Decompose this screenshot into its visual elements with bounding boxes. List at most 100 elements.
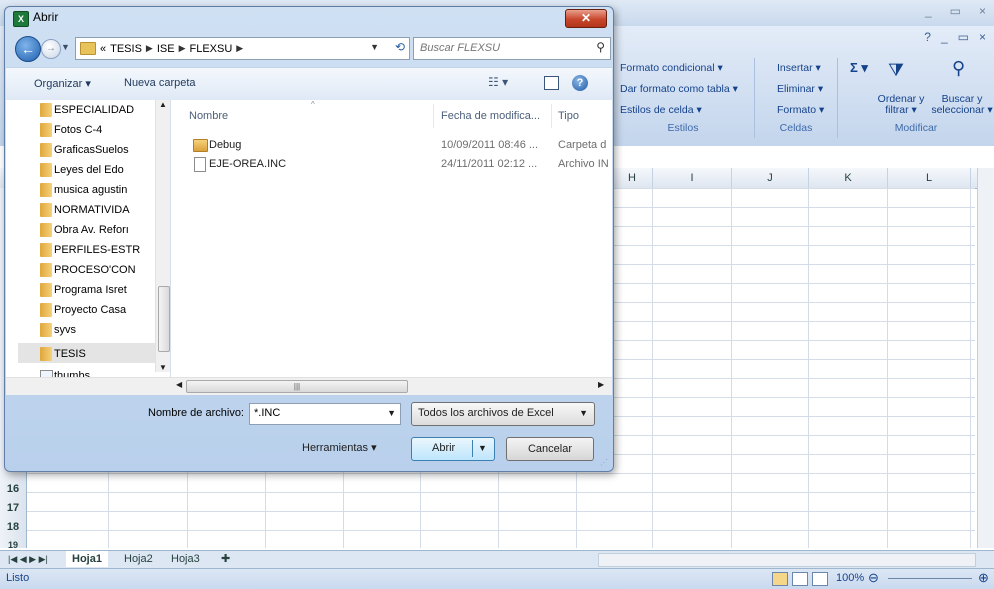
nav-folder-tesis[interactable]: TESIS [54,344,154,364]
breadcrumb-ise[interactable]: ISE [157,43,175,55]
preview-pane-icon[interactable] [544,76,559,90]
column-separator[interactable] [433,104,434,128]
sort-filter-button[interactable]: Ordenar y filtrar ▾ [872,94,930,116]
find-icon[interactable]: ⚲ [952,58,965,79]
nav-folder-proceso[interactable]: PROCESO'CON [54,260,154,280]
open-options-chevron-icon[interactable]: ▼ [478,443,487,453]
column-header[interactable]: H [612,168,653,188]
breadcrumb-overflow[interactable]: « [100,43,106,55]
forward-arrow-icon[interactable]: → [41,39,61,59]
nav-folder-proyecto[interactable]: Proyecto Casa [54,300,154,320]
conditional-format-button[interactable]: Formato condicional ▾ [620,62,723,74]
sheet-tab-hoja1[interactable]: Hoja1 [66,551,108,567]
recent-locations-chevron-icon[interactable]: ▼ [61,42,70,52]
organize-button[interactable]: Organizar ▾ [34,77,91,90]
minimize-icon[interactable]: _ [925,4,932,18]
autosum-icon[interactable]: Σ ▾ [850,60,868,76]
sheet-nav-arrows-icon[interactable]: |◀ ◀ ▶ ▶| [2,551,54,567]
sheet-vertical-scrollbar[interactable] [977,168,994,548]
filename-input[interactable] [250,404,383,422]
format-as-table-button[interactable]: Dar formato como tabla ▾ [620,83,738,95]
breadcrumb-flexsu[interactable]: FLEXSU [190,43,233,55]
filename-combobox[interactable]: ▼ [249,403,401,425]
zoom-slider[interactable] [888,578,972,579]
filetype-select[interactable]: Todos los archivos de Excel ▼ [411,402,595,426]
file-row[interactable]: EJE-OREA.INC 24/11/2011 02:12 ... Archiv… [171,155,612,173]
file-row[interactable]: Debug 10/09/2011 08:46 ... Carpeta d [171,136,612,154]
row-header[interactable]: 18 [0,521,26,533]
search-box[interactable]: ⚲ [413,37,611,60]
sort-filter-icon[interactable]: ⧩ [888,60,904,81]
help-icon[interactable]: ? [924,30,931,44]
column-header-date[interactable]: Fecha de modifica... [441,110,540,122]
scroll-up-icon[interactable]: ▲ [159,100,167,109]
page-layout-view-icon[interactable] [792,572,808,586]
nav-folder-programa[interactable]: Programa Isret [54,280,154,300]
search-input[interactable] [414,38,586,57]
column-header[interactable]: L [888,168,971,188]
find-select-button[interactable]: Buscar y seleccionar ▾ [930,94,994,116]
tools-button[interactable]: Herramientas ▾ [302,441,377,454]
format-button[interactable]: Formato ▾ [777,104,824,116]
back-arrow-icon[interactable]: ← [15,36,41,62]
zoom-level[interactable]: 100% [836,572,864,584]
page-break-view-icon[interactable] [812,572,828,586]
dialog-close-button[interactable]: ✕ [565,9,607,28]
chevron-down-icon[interactable]: ▼ [579,408,588,418]
row-header[interactable]: 17 [0,502,26,514]
refresh-icon[interactable]: ⟲ [395,40,405,54]
row-header[interactable]: 19 [0,540,26,550]
nav-folder-musica[interactable]: musica agustin [54,180,154,200]
resize-grip-icon[interactable]: ⋰ [600,458,608,467]
address-dropdown-icon[interactable]: ▼ [370,42,379,52]
breadcrumb-separator-icon[interactable]: ▶ [236,43,243,54]
scroll-left-icon[interactable]: ◀ [176,380,182,389]
sheet-tab-hoja2[interactable]: Hoja2 [118,551,159,567]
zoom-in-icon[interactable]: ⊕ [978,570,989,586]
column-header-type[interactable]: Tipo [558,110,579,122]
cell-styles-button[interactable]: Estilos de celda ▾ [620,104,702,116]
open-button[interactable]: Abrir ▼ [411,437,495,461]
restore-workbook-icon[interactable]: ▭ [958,30,969,44]
close-icon[interactable]: × [979,4,986,18]
zoom-out-icon[interactable]: ⊖ [868,570,879,586]
nav-folder-fotos[interactable]: Fotos C-4 [54,120,154,140]
breadcrumb-separator-icon[interactable]: ▶ [179,43,186,54]
nav-folder-graficassuelos[interactable]: GraficasSuelos [54,140,154,160]
nav-pane-scrollbar[interactable]: ▲ ▼ [155,100,170,372]
sheet-tab-hoja3[interactable]: Hoja3 [165,551,206,567]
column-header[interactable]: J [732,168,809,188]
nav-folder-perfiles[interactable]: PERFILES-ESTR [54,240,154,260]
close-workbook-icon[interactable]: × [979,30,986,44]
column-header-name[interactable]: Nombre [189,110,228,122]
chevron-down-icon[interactable]: ▼ [387,408,396,418]
nav-folder-syvs[interactable]: syvs [54,320,154,340]
nav-folder-especialidad[interactable]: ESPECIALIDAD [54,100,154,120]
breadcrumb-tesis[interactable]: TESIS [110,43,142,55]
maximize-icon[interactable]: ▭ [950,4,961,18]
new-folder-button[interactable]: Nueva carpeta [124,77,196,89]
address-bar[interactable]: « TESIS ▶ ISE ▶ FLEXSU ▶ ▼ ⟲ [75,37,410,60]
scroll-down-icon[interactable]: ▼ [159,363,167,372]
minimize-workbook-icon[interactable]: _ [941,30,948,44]
delete-button[interactable]: Eliminar ▾ [777,83,823,95]
new-sheet-icon[interactable]: ✚ [215,551,236,567]
scroll-thumb[interactable]: ||| [186,380,408,393]
help-icon[interactable]: ? [572,75,588,91]
scroll-right-icon[interactable]: ▶ [598,380,604,389]
column-separator[interactable] [551,104,552,128]
nav-folder-normatividad[interactable]: NORMATIVIDA [54,200,154,220]
nav-folder-obra[interactable]: Obra Av. Reforı [54,220,154,240]
normal-view-icon[interactable] [772,572,788,586]
cancel-button[interactable]: Cancelar [506,437,594,461]
row-header[interactable]: 16 [0,483,26,495]
scroll-thumb[interactable] [158,286,170,352]
nav-folder-leyes[interactable]: Leyes del Edo [54,160,154,180]
sheet-horizontal-scrollbar[interactable] [598,553,976,567]
column-header[interactable]: I [653,168,732,188]
column-header[interactable]: K [809,168,888,188]
change-view-icon[interactable]: ☷ ▾ [488,75,508,89]
file-list-horizontal-scrollbar[interactable]: ◀ ||| ▶ [6,377,612,395]
insert-button[interactable]: Insertar ▾ [777,62,821,74]
breadcrumb-separator-icon[interactable]: ▶ [146,43,153,54]
